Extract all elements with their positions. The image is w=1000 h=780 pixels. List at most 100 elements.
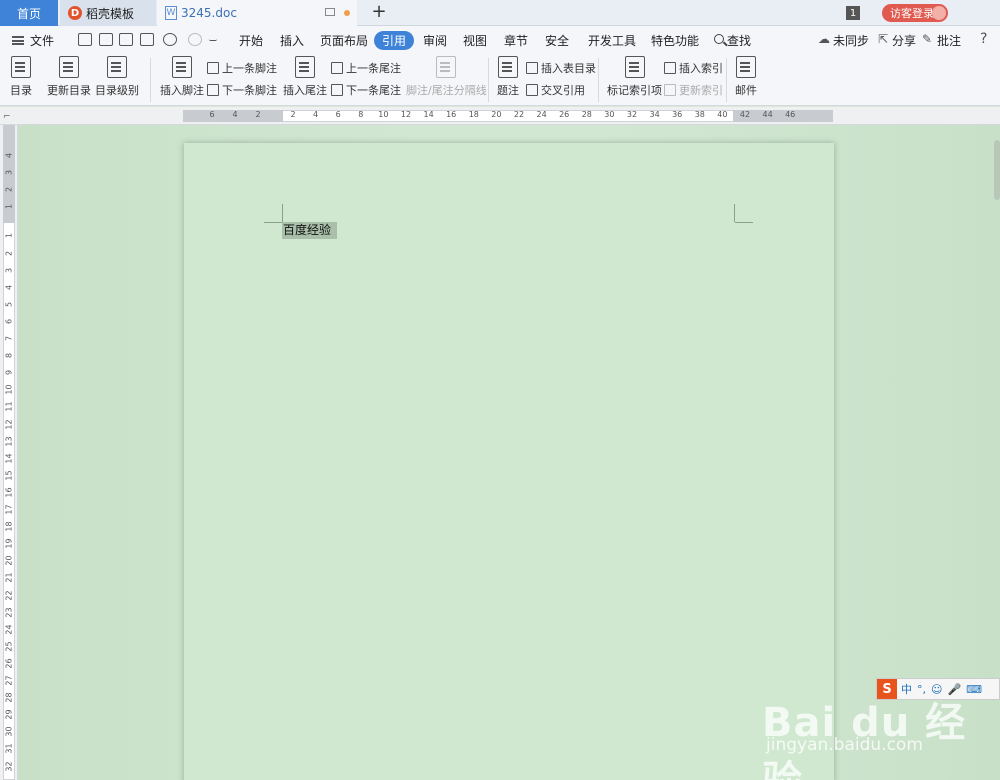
hamburger-menu-icon[interactable] bbox=[12, 36, 24, 45]
mark-index-button[interactable]: 标记索引项 bbox=[607, 56, 662, 98]
ruler-tick-label: 11 bbox=[4, 401, 14, 412]
menu-references[interactable]: 引用 bbox=[374, 31, 415, 50]
tab-count-badge[interactable]: 1 bbox=[846, 6, 860, 20]
ruler-tick-label: 22 bbox=[513, 110, 525, 119]
ruler-tick-label: 23 bbox=[4, 607, 14, 618]
save-icon[interactable] bbox=[78, 33, 92, 46]
mail-button[interactable]: 邮件 bbox=[735, 56, 757, 98]
prev-endnote-button[interactable]: 上一条尾注 bbox=[331, 60, 401, 76]
menu-review[interactable]: 审阅 bbox=[423, 32, 447, 49]
comment-button[interactable]: 批注 bbox=[937, 32, 961, 49]
selected-document-text[interactable]: 百度经验 bbox=[282, 222, 338, 239]
menu-file[interactable]: 文件 bbox=[30, 32, 54, 49]
insert-endnote-button[interactable]: 插入尾注 bbox=[283, 56, 327, 98]
update-index-button[interactable]: 更新索引 bbox=[664, 82, 723, 98]
comment-icon[interactable]: ✎ bbox=[922, 32, 932, 46]
vertical-ruler[interactable]: 4 3 2 1 1 2 3 4 5 6 7 8 9 10 11 12 13 14 15 16 17 18 19 20 21 22 2… bbox=[0, 125, 18, 780]
toc-button[interactable]: 目录 bbox=[10, 56, 32, 98]
ruler-tick-label: 9 bbox=[4, 370, 14, 376]
guest-login-label: 访客登录 bbox=[890, 7, 934, 20]
insert-index-button[interactable]: 插入索引 bbox=[664, 60, 723, 76]
toc-icon bbox=[11, 56, 31, 78]
help-icon[interactable]: ? bbox=[980, 31, 987, 47]
menu-bar: 文件 开始 插入 页面布局 引用 审阅 视图 章节 安全 开发工具 特色功能 查… bbox=[0, 26, 1000, 54]
monitor-icon[interactable] bbox=[325, 8, 335, 16]
insert-table-of-figures-label: 插入表目录 bbox=[541, 62, 596, 75]
menu-page-layout[interactable]: 页面布局 bbox=[320, 32, 368, 49]
ruler-tick-label: 7 bbox=[4, 335, 14, 342]
ruler-tick-label: 3 bbox=[4, 170, 14, 176]
ruler-tick-label: 30 bbox=[604, 110, 615, 119]
search-icon[interactable] bbox=[714, 34, 724, 44]
tab-template[interactable]: D 稻壳模板 bbox=[60, 0, 156, 26]
ruler-tick-label: 4 bbox=[313, 110, 319, 119]
prev-footnote-label: 上一条脚注 bbox=[222, 62, 277, 75]
menu-home[interactable]: 开始 bbox=[239, 32, 263, 49]
update-toc-button[interactable]: 更新目录 bbox=[47, 56, 91, 98]
tab-document[interactable]: W 3245.doc bbox=[157, 0, 357, 26]
menu-security[interactable]: 安全 bbox=[545, 32, 569, 49]
ruler-tick-label: 2 bbox=[4, 250, 14, 256]
ruler-tick-label: 15 bbox=[4, 470, 14, 481]
share-button[interactable]: 分享 bbox=[892, 32, 916, 49]
ruler-corner-icon[interactable]: ⌐ bbox=[3, 112, 11, 122]
cross-reference-button[interactable]: 交叉引用 bbox=[526, 82, 585, 98]
new-tab-button[interactable]: + bbox=[370, 3, 388, 21]
ruler-tick-label: 40 bbox=[717, 110, 728, 119]
ruler-tick-label: 4 bbox=[4, 284, 14, 290]
ruler-tick-label: 4 bbox=[232, 110, 238, 119]
ruler-tick-label: 16 bbox=[446, 110, 457, 119]
separator-button[interactable]: 脚注/尾注分隔线 bbox=[406, 56, 487, 98]
crop-mark bbox=[734, 204, 735, 222]
insert-table-of-figures-button[interactable]: 插入表目录 bbox=[526, 60, 596, 76]
next-footnote-icon bbox=[207, 84, 219, 96]
cloud-sync-icon[interactable]: ☁ bbox=[818, 32, 830, 46]
ribbon-separator bbox=[726, 58, 727, 102]
ruler-tick-label: 14 bbox=[423, 110, 434, 119]
prev-endnote-label: 上一条尾注 bbox=[346, 62, 401, 75]
vertical-scrollbar[interactable] bbox=[994, 140, 1000, 200]
menu-insert[interactable]: 插入 bbox=[280, 32, 304, 49]
mark-index-icon bbox=[624, 56, 645, 78]
ruler-tick-label: 10 bbox=[378, 110, 389, 119]
ruler-tick-label: 29 bbox=[4, 709, 14, 720]
insert-footnote-button[interactable]: 插入脚注 bbox=[160, 56, 204, 98]
caption-button[interactable]: 题注 bbox=[497, 56, 519, 98]
menu-search[interactable]: 查找 bbox=[727, 32, 751, 49]
menu-features[interactable]: 特色功能 bbox=[651, 32, 699, 49]
ruler-tick-label: 13 bbox=[4, 436, 14, 447]
ruler-tick-label: 32 bbox=[4, 760, 14, 772]
menu-developer[interactable]: 开发工具 bbox=[588, 32, 636, 49]
ruler-tick-label: 14 bbox=[4, 453, 14, 464]
prev-endnote-icon bbox=[331, 62, 343, 74]
menu-chapter[interactable]: 章节 bbox=[504, 32, 528, 49]
next-footnote-button[interactable]: 下一条脚注 bbox=[207, 82, 277, 98]
ruler-tick-label: 34 bbox=[649, 110, 660, 119]
ruler-tick-label: 19 bbox=[4, 538, 14, 549]
ruler-tick-label: 38 bbox=[694, 110, 705, 119]
print-preview-icon[interactable] bbox=[140, 33, 154, 46]
crop-mark bbox=[264, 222, 282, 223]
ruler-tick-label: 26 bbox=[4, 658, 14, 669]
customize-dropdown-icon[interactable] bbox=[209, 33, 217, 41]
horizontal-ruler[interactable]: 6 4 2 2 4 6 8 10 12 14 16 18 20 22 24 26 28 30 32 34 36 38 40 4… bbox=[0, 107, 1000, 125]
crop-mark bbox=[735, 222, 753, 223]
ruler-tick-label: 20 bbox=[491, 110, 502, 119]
ribbon-separator bbox=[488, 58, 489, 102]
undo-icon[interactable] bbox=[163, 33, 177, 46]
share-icon[interactable]: ⇱ bbox=[878, 32, 888, 46]
ruler-tick-label: 36 bbox=[672, 110, 683, 119]
redo-icon[interactable] bbox=[188, 33, 202, 46]
ruler-tick-label: 18 bbox=[4, 521, 14, 532]
guest-login-button[interactable]: 访客登录 bbox=[882, 4, 948, 22]
format-painter-icon[interactable] bbox=[99, 33, 113, 46]
toc-level-button[interactable]: 目录级别 bbox=[95, 56, 139, 98]
menu-view[interactable]: 视图 bbox=[463, 32, 487, 49]
next-endnote-button[interactable]: 下一条尾注 bbox=[331, 82, 401, 98]
sync-status[interactable]: 未同步 bbox=[833, 32, 869, 49]
print-icon[interactable] bbox=[119, 33, 133, 46]
tab-home[interactable]: 首页 bbox=[0, 0, 58, 26]
caption-label: 题注 bbox=[497, 84, 519, 97]
prev-footnote-button[interactable]: 上一条脚注 bbox=[207, 60, 277, 76]
insert-endnote-label: 插入尾注 bbox=[283, 84, 327, 97]
